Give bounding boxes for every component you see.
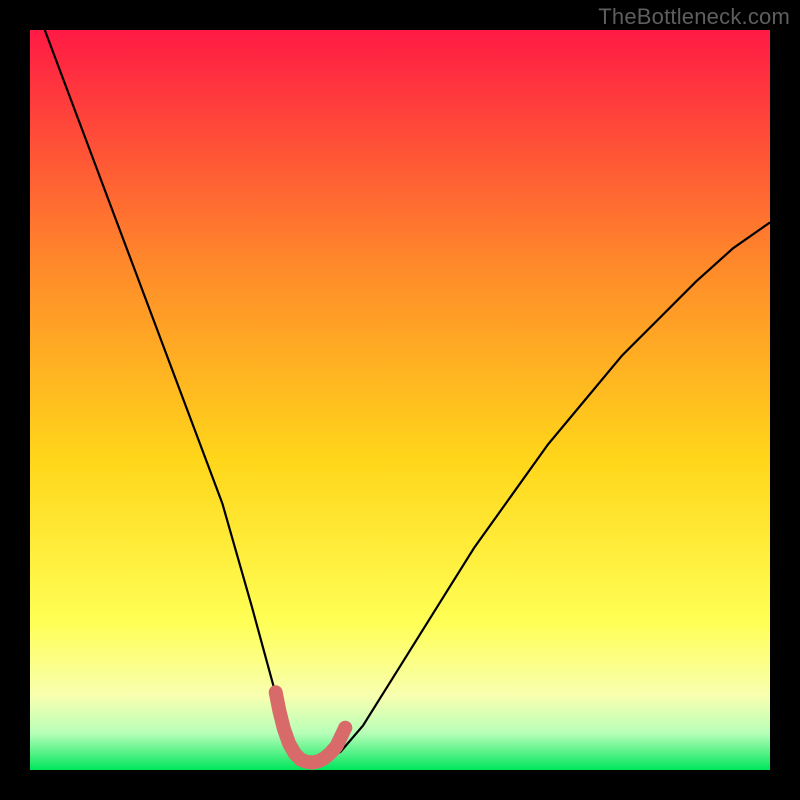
plot-area [30, 30, 770, 770]
gradient-background [30, 30, 770, 770]
chart-frame: TheBottleneck.com [0, 0, 800, 800]
attribution-label: TheBottleneck.com [598, 4, 790, 30]
chart-svg [30, 30, 770, 770]
highlight-end-dot [338, 721, 352, 735]
